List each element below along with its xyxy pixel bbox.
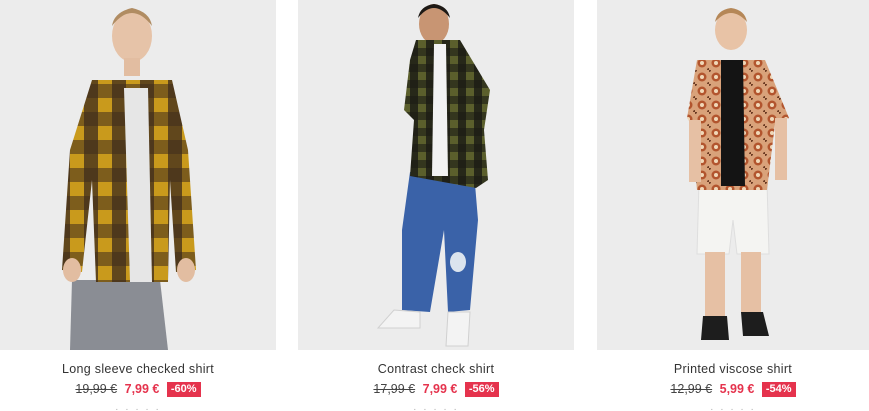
original-price: 12,99 €: [670, 382, 713, 396]
product-photo-icon: [597, 0, 869, 350]
discount-badge: -56%: [464, 382, 499, 397]
product-photo-icon: [0, 0, 276, 350]
price-row: 12,99 € 5,99 € -54%: [597, 380, 869, 398]
sale-price: 7,99 €: [422, 382, 458, 396]
price-row: 19,99 € 7,99 € -60%: [0, 380, 276, 398]
truncated-row: · · · · ·: [115, 404, 161, 411]
product-photo-icon: [298, 0, 574, 350]
product-title[interactable]: Long sleeve checked shirt: [0, 361, 276, 377]
sale-price: 5,99 €: [719, 382, 755, 396]
original-price: 19,99 €: [75, 382, 118, 396]
discount-badge: -60%: [166, 382, 201, 397]
original-price: 17,99 €: [373, 382, 416, 396]
product-grid: Long sleeve checked shirt 19,99 € 7,99 €…: [0, 0, 869, 411]
product-card[interactable]: Printed viscose shirt 12,99 € 5,99 € -54…: [597, 0, 869, 411]
product-image[interactable]: [597, 0, 869, 350]
discount-badge: -54%: [761, 382, 796, 397]
sale-price: 7,99 €: [124, 382, 160, 396]
truncated-row: · · · · ·: [710, 404, 756, 411]
product-title[interactable]: Contrast check shirt: [298, 361, 574, 377]
product-card[interactable]: Long sleeve checked shirt 19,99 € 7,99 €…: [0, 0, 276, 411]
truncated-row: · · · · ·: [413, 404, 459, 411]
product-title[interactable]: Printed viscose shirt: [597, 361, 869, 377]
price-row: 17,99 € 7,99 € -56%: [298, 380, 574, 398]
product-card[interactable]: Contrast check shirt 17,99 € 7,99 € -56%…: [298, 0, 574, 411]
product-image[interactable]: [0, 0, 276, 350]
product-image[interactable]: [298, 0, 574, 350]
